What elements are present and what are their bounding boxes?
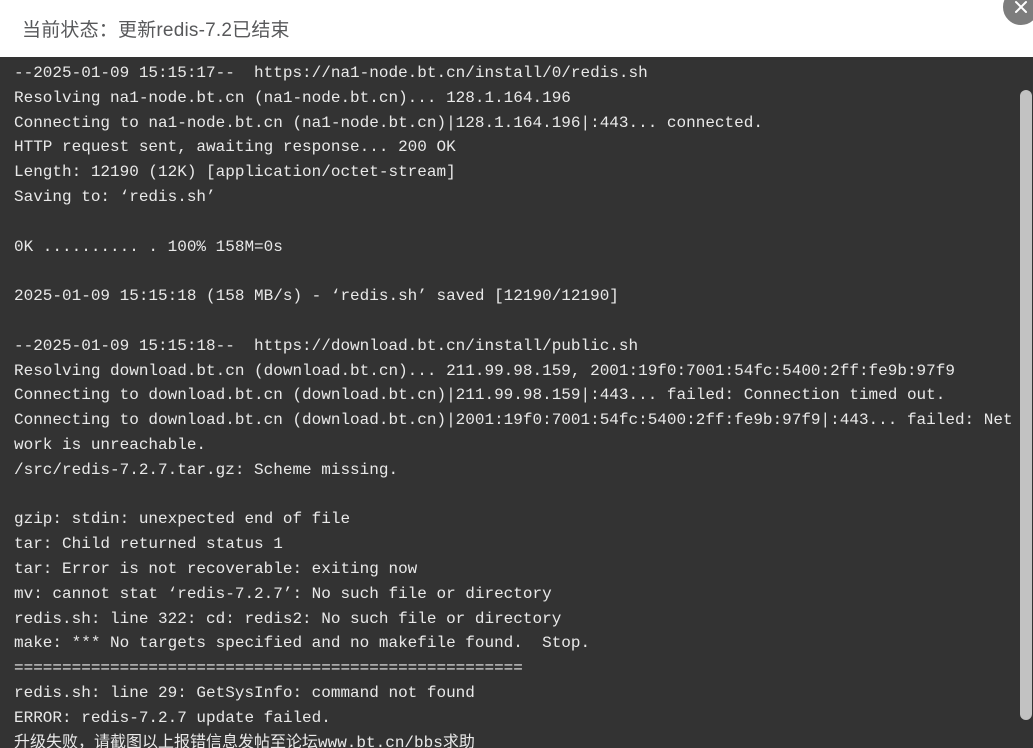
terminal-line: Connecting to na1-node.bt.cn (na1-node.b… — [14, 113, 763, 132]
terminal-line: Resolving download.bt.cn (download.bt.cn… — [14, 361, 955, 380]
terminal-line: gzip: stdin: unexpected end of file — [14, 510, 351, 529]
terminal-line: ========================================… — [14, 659, 523, 678]
terminal-line: Saving to: ‘redis.sh’ — [14, 187, 216, 206]
terminal-line: make: *** No targets specified and no ma… — [14, 634, 591, 653]
terminal-line: Resolving na1-node.bt.cn (na1-node.bt.cn… — [14, 88, 571, 107]
terminal-line: /src/redis-7.2.7.tar.gz: Scheme missing. — [14, 460, 399, 479]
terminal-line: Length: 12190 (12K) [application/octet-s… — [14, 163, 456, 182]
terminal-lines: --2025-01-09 15:15:17-- https://na1-node… — [0, 57, 1033, 748]
terminal-line: 2025-01-09 15:15:18 (158 MB/s) - ‘redis.… — [14, 287, 619, 306]
terminal-line: ERROR: redis-7.2.7 update failed. — [14, 708, 331, 727]
terminal-line: tar: Error is not recoverable: exiting n… — [14, 559, 418, 578]
terminal-line: --2025-01-09 15:15:18-- https://download… — [14, 336, 639, 355]
terminal-line: redis.sh: line 322: cd: redis2: No such … — [14, 609, 562, 628]
terminal-line: tar: Child returned status 1 — [14, 535, 283, 554]
terminal-line: HTTP request sent, awaiting response... … — [14, 138, 456, 157]
terminal-output[interactable]: --2025-01-09 15:15:17-- https://na1-node… — [0, 57, 1033, 748]
window-header: 当前状态：更新redis-7.2已结束 — [0, 0, 1033, 57]
page-title: 当前状态：更新redis-7.2已结束 — [22, 20, 290, 41]
installer-log-window: 当前状态：更新redis-7.2已结束 --2025-01-09 15:15:1… — [0, 0, 1033, 748]
terminal-line: mv: cannot stat ‘redis-7.2.7’: No such f… — [14, 584, 552, 603]
terminal-line: redis.sh: line 29: GetSysInfo: command n… — [14, 683, 475, 702]
terminal-line: Connecting to download.bt.cn (download.b… — [14, 386, 946, 405]
terminal-line: Connecting to download.bt.cn (download.b… — [14, 411, 1013, 454]
scrollbar-thumb[interactable] — [1020, 90, 1032, 720]
vertical-scrollbar[interactable] — [1018, 57, 1033, 748]
terminal-line: 0K .......... . 100% 158M=0s — [14, 237, 283, 256]
terminal-line: 升级失败，请截图以上报错信息发帖至论坛www.bt.cn/bbs求助 — [14, 733, 475, 748]
terminal-line: --2025-01-09 15:15:17-- https://na1-node… — [14, 64, 648, 82]
